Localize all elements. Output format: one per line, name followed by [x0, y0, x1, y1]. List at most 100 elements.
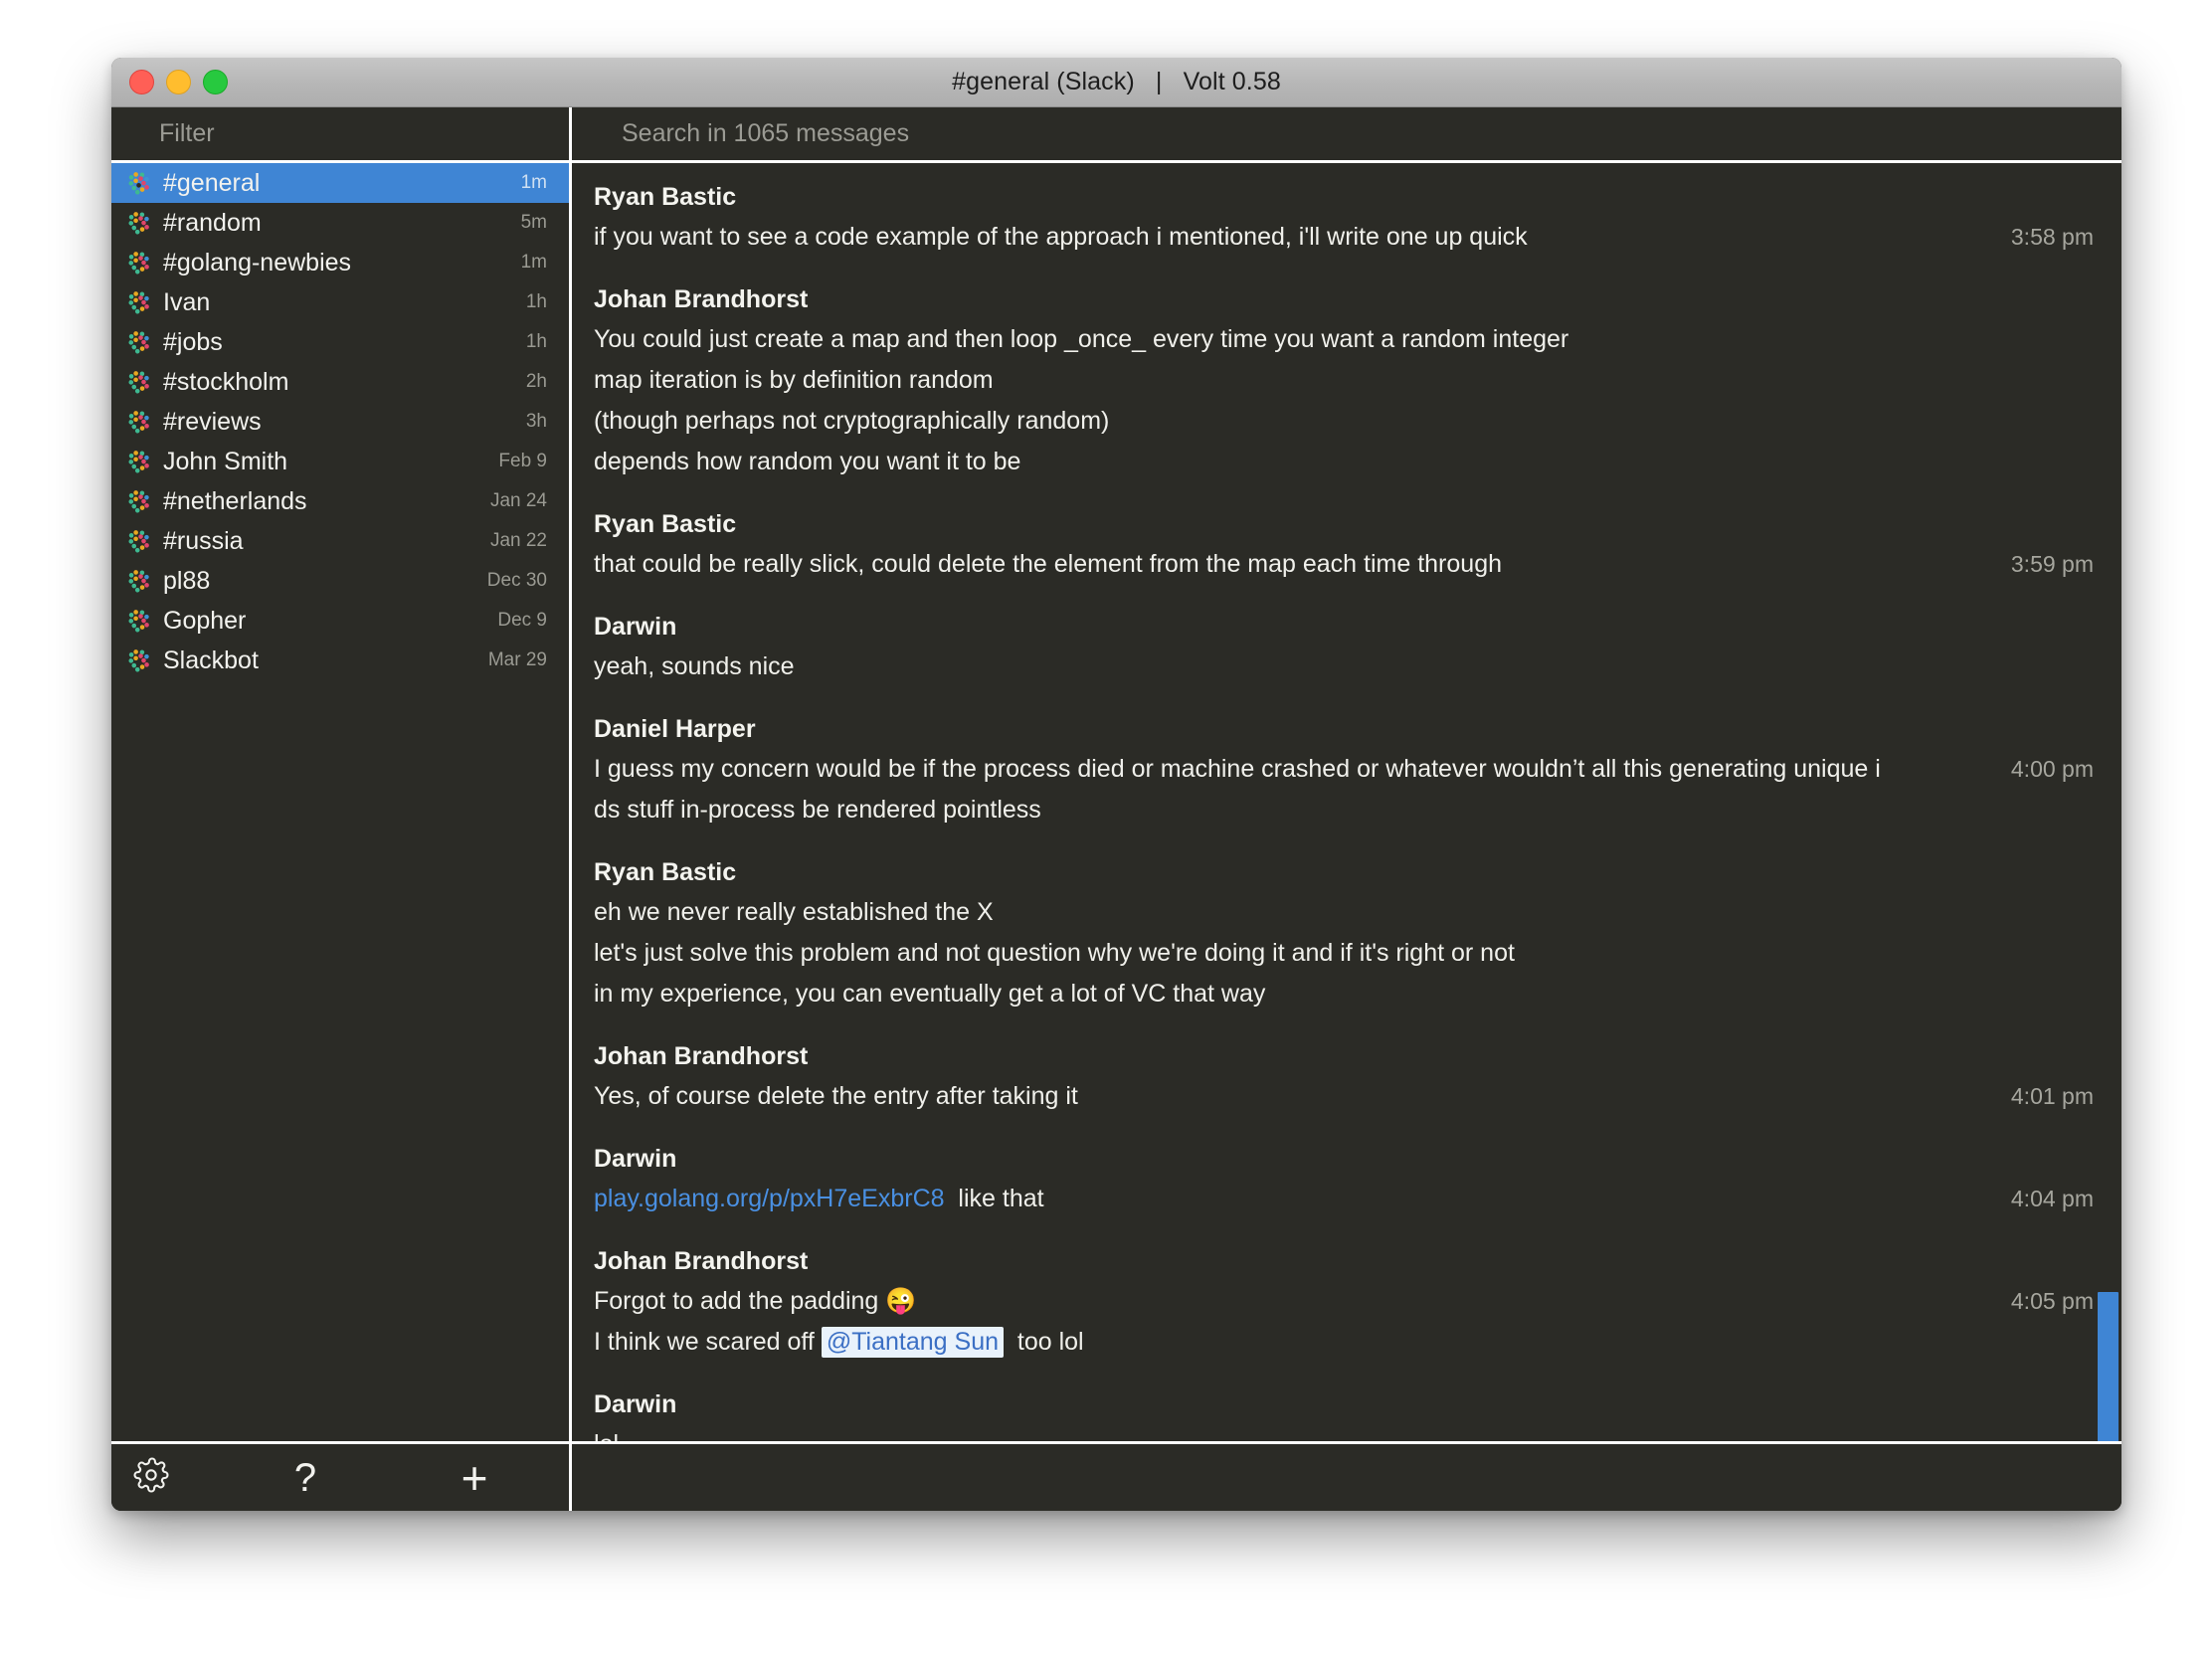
help-button[interactable]: ? [246, 1444, 365, 1511]
search-placeholder: Search in 1065 messages [622, 119, 910, 147]
message-line: depends how random you want it to be [594, 442, 2121, 482]
maximize-button[interactable] [203, 70, 228, 94]
sidebar: Filter #general 1m #random 5m #golang-newbie… [111, 107, 569, 1511]
slack-logo-icon [127, 409, 153, 435]
slack-logo-icon [127, 449, 153, 474]
message-text-after: too lol [1004, 1328, 1084, 1356]
screenshot-root: #general (Slack) | Volt 0.58 Filter #gen… [0, 0, 2212, 1659]
sidebar-item-label: Gopher [163, 606, 247, 635]
sidebar-item-timestamp: 1h [525, 331, 547, 352]
sidebar-item-stockholm[interactable]: #stockholm 2h [111, 362, 569, 402]
message-group: Ryan Bastic if you want to see a code exa… [572, 177, 2121, 258]
window-body: Filter #general 1m #random 5m #golang-newbie… [111, 107, 2121, 1511]
message-mention[interactable]: @Tiantang Sun [821, 1327, 1004, 1358]
message-group: Darwin yeah, sounds nice [572, 607, 2121, 687]
sidebar-item-label: #reviews [163, 407, 262, 436]
sidebar-item-timestamp: Mar 29 [487, 649, 547, 670]
sidebar-item-timestamp: 1m [520, 172, 547, 193]
app-window: #general (Slack) | Volt 0.58 Filter #gen… [111, 58, 2121, 1511]
slack-logo-icon [127, 568, 153, 594]
window-title: #general (Slack) | Volt 0.58 [952, 68, 1281, 95]
sidebar-item-label: #general [163, 168, 261, 197]
sidebar-item-timestamp: Jan 24 [489, 490, 547, 511]
slack-logo-icon [127, 647, 153, 673]
message-text: (though perhaps not cryptographically ra… [594, 407, 1110, 435]
message-line: I think we scared off @Tiantang Sun too … [594, 1322, 2121, 1363]
message-text: if you want to see a code example of the… [594, 223, 1528, 251]
sidebar-item-timestamp: 5m [520, 212, 547, 233]
message-line: (though perhaps not cryptographically ra… [594, 401, 2121, 442]
question-mark-icon: ? [293, 1455, 317, 1500]
message-author: Darwin [594, 613, 677, 641]
message-list[interactable]: Ryan Bastic if you want to see a code exa… [572, 163, 2121, 1511]
slack-logo-icon [127, 608, 153, 634]
sidebar-item-pl88[interactable]: pl88 Dec 30 [111, 561, 569, 601]
search-input[interactable]: Search in 1065 messages [572, 107, 2121, 160]
sidebar-item-golang-newbies[interactable]: #golang-newbies 1m [111, 243, 569, 282]
message-timestamp: 4:01 pm [2010, 1083, 2094, 1109]
message-author: Ryan Bastic [594, 510, 737, 538]
sidebar-item-label: pl88 [163, 566, 211, 595]
sidebar-item-timestamp: 1h [525, 291, 547, 312]
sidebar-item-slackbot[interactable]: Slackbot Mar 29 [111, 641, 569, 680]
sidebar-item-general[interactable]: #general 1m [111, 163, 569, 203]
sidebar-item-label: #stockholm [163, 367, 289, 396]
message-text: eh we never really established the X [594, 898, 994, 926]
sidebar-item-label: #jobs [163, 327, 223, 356]
sidebar-item-reviews[interactable]: #reviews 3h [111, 402, 569, 442]
slack-logo-icon [127, 528, 153, 554]
toolbar-right [572, 1444, 2121, 1511]
traffic-lights [129, 58, 228, 106]
message-timestamp: 4:04 pm [2010, 1186, 2094, 1211]
message-line: yeah, sounds nice [594, 646, 2121, 687]
message-group: Daniel Harper I guess my concern would be… [572, 709, 2121, 830]
message-text: yeah, sounds nice [594, 652, 795, 680]
slack-logo-icon [127, 210, 153, 236]
filter-placeholder: Filter [159, 119, 215, 147]
sidebar-item-russia[interactable]: #russia Jan 22 [111, 521, 569, 561]
message-timestamp: 4:05 pm [2010, 1288, 2094, 1314]
sidebar-item-timestamp: Dec 30 [486, 570, 547, 591]
channel-list[interactable]: #general 1m #random 5m #golang-newbies 1m Ivan… [111, 163, 569, 1511]
slack-logo-icon [127, 329, 153, 355]
add-button[interactable]: + [415, 1444, 534, 1511]
winking-tongue-emoji: 😜 [885, 1287, 917, 1315]
settings-button[interactable] [111, 1444, 191, 1511]
message-line: play.golang.org/p/pxH7eExbrC8 like that 4… [594, 1179, 2121, 1219]
message-group: Ryan Bastic that could be really slick, c… [572, 504, 2121, 585]
message-text: I think we scared off [594, 1328, 822, 1356]
message-link[interactable]: play.golang.org/p/pxH7eExbrC8 [594, 1185, 945, 1212]
sidebar-item-label: John Smith [163, 447, 288, 475]
sidebar-item-jobs[interactable]: #jobs 1h [111, 322, 569, 362]
minimize-button[interactable] [166, 70, 191, 94]
message-text: that could be really slick, could delete… [594, 550, 1503, 578]
sidebar-item-random[interactable]: #random 5m [111, 203, 569, 243]
message-text: depends how random you want it to be [594, 448, 1021, 475]
sidebar-item-john-smith[interactable]: John Smith Feb 9 [111, 442, 569, 481]
message-author: Johan Brandhorst [594, 285, 809, 313]
toolbar-left: ? + [111, 1444, 569, 1511]
sidebar-item-timestamp: Feb 9 [498, 451, 547, 471]
message-text: Forgot to add the padding [594, 1287, 886, 1315]
message-line: in my experience, you can eventually get… [594, 974, 2121, 1014]
slack-logo-icon [127, 289, 153, 315]
sidebar-item-ivan[interactable]: Ivan 1h [111, 282, 569, 322]
message-group: Johan Brandhorst Yes, of course delete th… [572, 1036, 2121, 1117]
message-line: eh we never really established the X [594, 892, 2121, 933]
sidebar-item-label: #netherlands [163, 486, 307, 515]
bottom-toolbar: ? + [111, 1441, 2121, 1511]
close-button[interactable] [129, 70, 154, 94]
message-text: map iteration is by definition random [594, 366, 994, 394]
message-author: Ryan Bastic [594, 858, 737, 886]
slack-logo-icon [127, 170, 153, 196]
sidebar-item-netherlands[interactable]: #netherlands Jan 24 [111, 481, 569, 521]
message-author: Johan Brandhorst [594, 1247, 809, 1275]
message-line: You could just create a map and then loo… [594, 319, 2121, 360]
message-line: I guess my concern would be if the proce… [594, 749, 2121, 790]
sidebar-item-gopher[interactable]: Gopher Dec 9 [111, 601, 569, 641]
slack-logo-icon [127, 369, 153, 395]
message-author: Darwin [594, 1390, 677, 1418]
filter-input[interactable]: Filter [111, 107, 569, 160]
message-line: Forgot to add the padding 😜 4:05 pm [594, 1281, 2121, 1322]
message-group: Darwin play.golang.org/p/pxH7eExbrC8 like… [572, 1139, 2121, 1219]
